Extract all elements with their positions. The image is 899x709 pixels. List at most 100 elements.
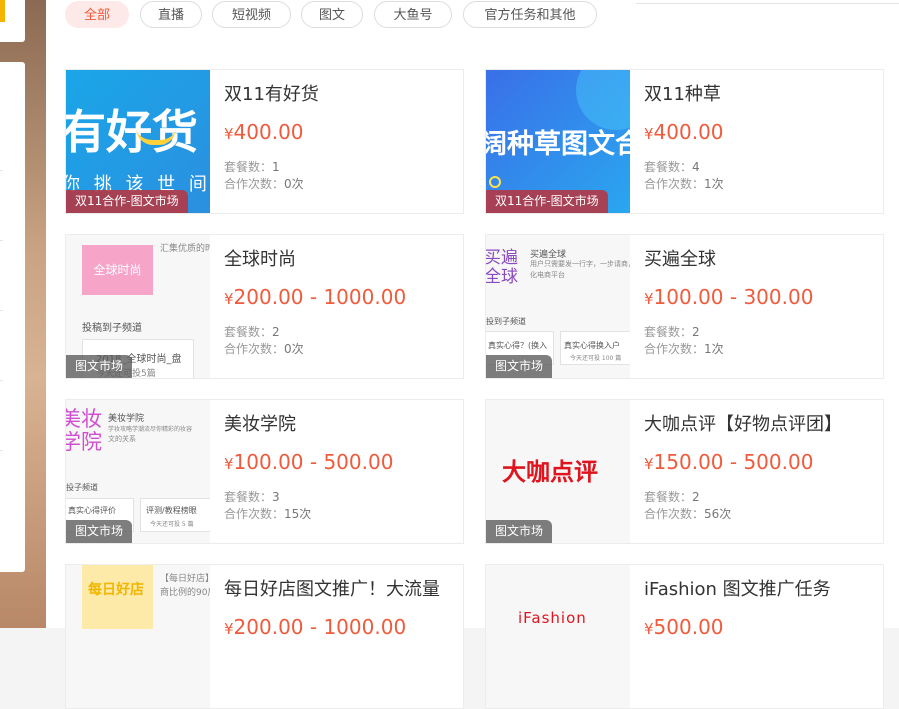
package-count: 套餐数：2 xyxy=(644,488,700,505)
currency-symbol: ¥ xyxy=(224,125,234,143)
decor-ring xyxy=(489,176,501,188)
card-thumbnail: 有好货 你 挑 该 世 间 好 双11合作-图文市场 xyxy=(66,70,210,213)
filter-live[interactable]: 直播 xyxy=(140,1,202,28)
currency-symbol: ¥ xyxy=(644,125,654,143)
card-title: 美妆学院 xyxy=(224,414,296,435)
divider xyxy=(0,310,3,311)
card-price: ¥150.00 - 500.00 xyxy=(644,450,813,474)
thumbnail-logo: 买遍全球 xyxy=(486,248,518,287)
currency-symbol: ¥ xyxy=(644,455,654,473)
collab-value: 0次 xyxy=(284,342,304,356)
package-value: 2 xyxy=(272,325,280,339)
card-thumbnail: 买遍全球 买遍全球 用户只需要发一行字，一步请商，一 化电商平台 投到子频道 真… xyxy=(486,235,630,378)
price-value: 100.00 - 500.00 xyxy=(233,450,394,474)
package-value: 2 xyxy=(692,490,700,504)
thumbnail-text: 阔种草图文合 xyxy=(486,129,630,160)
top-divider xyxy=(636,3,899,4)
collab-value: 15次 xyxy=(284,507,312,521)
price-value: 400.00 xyxy=(233,120,304,144)
card-price: ¥100.00 - 300.00 xyxy=(644,285,813,309)
card-title: 买遍全球 xyxy=(644,249,716,270)
divider xyxy=(0,240,3,241)
category-tag: 图文市场 xyxy=(66,355,133,378)
collab-label: 合作次数： xyxy=(224,507,285,521)
collab-value: 0次 xyxy=(284,177,304,191)
price-value: 100.00 - 300.00 xyxy=(653,285,814,309)
thumbnail-item: 真实心得评价 xyxy=(68,506,116,515)
collab-label: 合作次数： xyxy=(224,177,285,191)
task-card[interactable]: 全球时尚 汇集优质的时 投稿到子频道 2018_全球时尚_盘 今天还可投5篇 图… xyxy=(65,234,464,379)
collab-value: 56次 xyxy=(704,507,732,521)
category-tag: 图文市场 xyxy=(486,355,553,378)
thumbnail-logo: iFashion xyxy=(518,609,587,627)
card-price: ¥500.00 xyxy=(644,615,724,639)
task-card[interactable]: 买遍全球 买遍全球 用户只需要发一行字，一步请商，一 化电商平台 投到子频道 真… xyxy=(485,234,884,379)
card-title: 每日好店图文推广！大流量 xyxy=(224,579,440,600)
accent-bar xyxy=(0,0,5,22)
left-sidebar-panel xyxy=(0,62,25,572)
left-top-panel xyxy=(0,0,25,42)
task-card[interactable]: iFashion iFashion 图文推广任务 ¥500.00 xyxy=(485,564,884,709)
thumbnail-note: 今天还可投 100 篇 xyxy=(570,355,622,362)
collab-count: 合作次数：15次 xyxy=(224,505,311,522)
category-tag: 双11合作-图文市场 xyxy=(66,190,188,213)
thumbnail-text: 有好货 xyxy=(66,105,198,159)
card-thumbnail: 美妆学院 美妆学院 学妆攻略学潮流尽你精彩的妆容 文的关系 投子频道 真实心得评… xyxy=(66,400,210,543)
price-value: 200.00 - 1000.00 xyxy=(233,615,407,639)
thumbnail-logo: 每日好店 xyxy=(88,582,144,598)
thumbnail-caption: 用户只需要发一行字，一步请商，一 xyxy=(530,260,630,268)
card-title: 全球时尚 xyxy=(224,249,296,270)
card-thumbnail: iFashion xyxy=(486,565,630,708)
price-value: 500.00 xyxy=(653,615,724,639)
thumbnail-item-2: 真实心得换入户 xyxy=(564,341,620,350)
filter-dayu[interactable]: 大鱼号 xyxy=(374,1,452,28)
package-label: 套餐数： xyxy=(644,160,693,174)
filter-image-text[interactable]: 图文 xyxy=(301,1,363,28)
divider xyxy=(0,450,3,451)
price-value: 200.00 - 1000.00 xyxy=(233,285,407,309)
collab-label: 合作次数： xyxy=(224,342,285,356)
package-label: 套餐数： xyxy=(644,490,693,504)
collab-label: 合作次数： xyxy=(644,177,705,191)
thumbnail-item-2: 评测/教程榜眼 xyxy=(146,506,197,515)
package-count: 套餐数：2 xyxy=(224,323,280,340)
package-label: 套餐数： xyxy=(644,325,693,339)
thumbnail-caption: 汇集优质的时 xyxy=(160,244,210,254)
card-title: 大咖点评【好物点评团】 xyxy=(644,414,842,435)
collab-count: 合作次数：56次 xyxy=(644,505,731,522)
decor-circle xyxy=(576,70,630,130)
collab-label: 合作次数： xyxy=(644,342,705,356)
package-value: 4 xyxy=(692,160,700,174)
thumbnail-logo: 大咖点评 xyxy=(502,458,598,486)
card-price: ¥200.00 - 1000.00 xyxy=(224,285,406,309)
thumbnail-heading: 美妆学院 xyxy=(108,414,145,424)
collab-count: 合作次数：0次 xyxy=(224,340,304,357)
card-price: ¥200.00 - 1000.00 xyxy=(224,615,406,639)
currency-symbol: ¥ xyxy=(644,620,654,638)
thumbnail-caption-2: 文的关系 xyxy=(108,435,136,443)
thumbnail-caption: 商比例的90后 xyxy=(160,588,210,598)
thumbnail-subheading: 投子频道 xyxy=(66,483,98,492)
thumbnail-heading: 投稿到子频道 xyxy=(82,323,142,334)
price-value: 150.00 - 500.00 xyxy=(653,450,814,474)
package-value: 3 xyxy=(272,490,280,504)
currency-symbol: ¥ xyxy=(224,290,234,308)
category-tag: 双11合作-图文市场 xyxy=(486,190,608,213)
task-card[interactable]: 每日好店 【每日好店】 商比例的90后 每日好店图文推广！大流量 ¥200.00… xyxy=(65,564,464,709)
card-title: 双11种草 xyxy=(644,84,721,105)
main-content: 全部 直播 短视频 图文 大鱼号 官方任务和其他 有好货 你 挑 该 世 间 好… xyxy=(46,0,899,709)
currency-symbol: ¥ xyxy=(224,620,234,638)
task-card[interactable]: 大咖点评 图文市场 大咖点评【好物点评团】 ¥150.00 - 500.00 套… xyxy=(485,399,884,544)
price-value: 400.00 xyxy=(653,120,724,144)
filter-all[interactable]: 全部 xyxy=(65,1,129,28)
thumbnail-item: 真实心得？(换入 xyxy=(488,341,548,350)
filter-short-video[interactable]: 短视频 xyxy=(212,1,291,28)
task-card[interactable]: 阔种草图文合 双11合作-图文市场 双11种草 ¥400.00 套餐数：4 合作… xyxy=(485,69,884,214)
filter-official-other[interactable]: 官方任务和其他 xyxy=(463,1,597,28)
card-thumbnail: 每日好店 【每日好店】 商比例的90后 xyxy=(66,565,210,708)
package-count: 套餐数：1 xyxy=(224,158,280,175)
package-value: 2 xyxy=(692,325,700,339)
divider xyxy=(0,380,3,381)
task-card[interactable]: 有好货 你 挑 该 世 间 好 双11合作-图文市场 双11有好货 ¥400.0… xyxy=(65,69,464,214)
task-card[interactable]: 美妆学院 美妆学院 学妆攻略学潮流尽你精彩的妆容 文的关系 投子频道 真实心得评… xyxy=(65,399,464,544)
